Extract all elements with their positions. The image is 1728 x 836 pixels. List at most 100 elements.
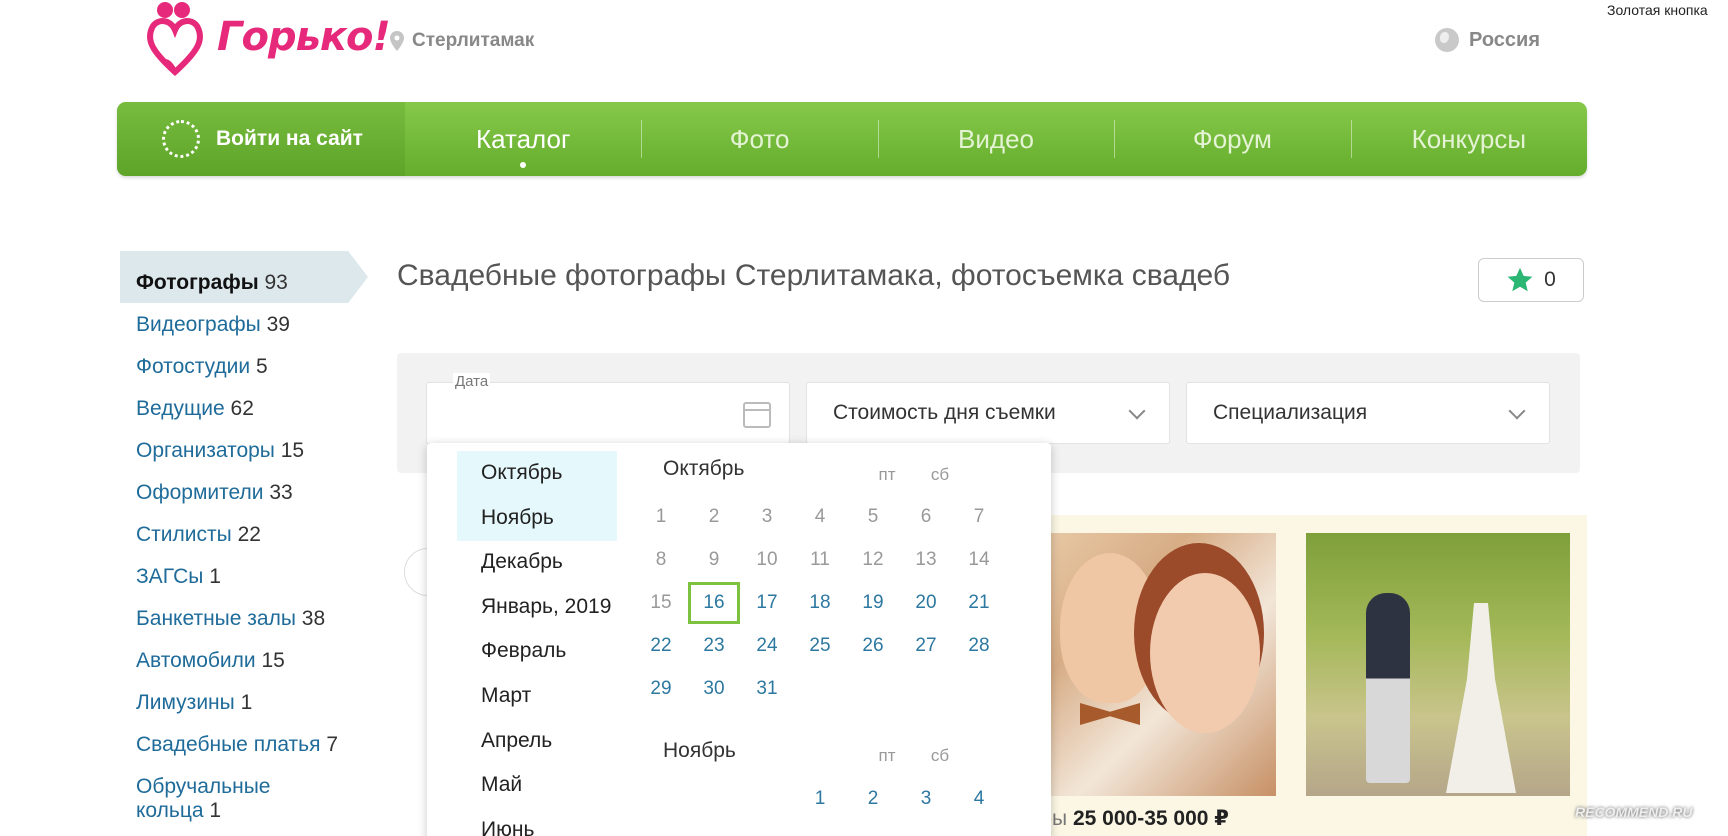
calendar-day[interactable]: 24 (741, 625, 793, 667)
calendar-day[interactable]: 14 (953, 539, 1005, 581)
nav-item-forum[interactable]: Форум (1114, 102, 1350, 176)
sidebar-item-count: 1 (209, 799, 222, 822)
location-pin-icon (390, 31, 404, 51)
star-icon (1507, 267, 1533, 292)
city-selector[interactable]: Стерлитамак (390, 30, 534, 52)
sidebar-item-count: 22 (237, 523, 261, 546)
month-item[interactable]: Март (457, 674, 617, 719)
sidebar-item-banquet-halls[interactable]: Банкетные залы 38 (136, 598, 376, 640)
calendar-day[interactable]: 9 (688, 539, 740, 581)
calendar-day[interactable]: 25 (794, 625, 846, 667)
month-item[interactable]: Май (457, 763, 617, 808)
specialization-select[interactable]: Специализация (1186, 382, 1550, 444)
calendar-day[interactable]: 18 (794, 582, 846, 624)
calendar-day[interactable]: 7 (953, 496, 1005, 538)
calendar-day[interactable]: 8 (635, 539, 687, 581)
sidebar-item-decorators[interactable]: Оформители 33 (136, 472, 376, 514)
calendar-day[interactable]: 27 (900, 625, 952, 667)
month-item[interactable]: Апрель (457, 719, 617, 764)
date-field[interactable]: Дата (426, 373, 790, 444)
sidebar-item-label: Фотографы (136, 271, 259, 294)
calendar-day[interactable]: 2 (847, 778, 899, 820)
calendar-day[interactable]: 6 (900, 496, 952, 538)
weekday-label: сб (930, 465, 950, 484)
calendar-icon[interactable] (743, 402, 771, 428)
calendar-day[interactable]: 17 (741, 582, 793, 624)
sidebar-item-registry-offices[interactable]: ЗАГСы 1 (136, 556, 376, 598)
weekday-label: пт (878, 465, 896, 484)
nav-item-catalog[interactable]: Каталог (405, 102, 641, 176)
calendar-day[interactable]: 1 (794, 778, 846, 820)
golden-button-link[interactable]: Золотая кнопка (1607, 2, 1708, 18)
month-item[interactable]: Ноябрь (457, 496, 617, 541)
sidebar-item-cars[interactable]: Автомобили 15 (136, 640, 376, 682)
nav-item-video[interactable]: Видео (877, 102, 1114, 176)
sidebar-item-videographers[interactable]: Видеографы 39 (136, 304, 376, 346)
calendar-day[interactable]: 11 (794, 539, 846, 581)
calendar-day[interactable]: 26 (847, 625, 899, 667)
date-dropdown: Октябрь Ноябрь Декабрь Январь, 2019 Февр… (427, 443, 1051, 836)
calendar-day[interactable]: 15 (635, 582, 687, 624)
calendar-day[interactable]: 3 (741, 496, 793, 538)
sidebar-item-wedding-dresses[interactable]: Свадебные платья 7 (136, 724, 376, 766)
calendar-day[interactable]: 5 (847, 496, 899, 538)
sidebar-item-studios[interactable]: Фотостудии 5 (136, 346, 376, 388)
sidebar-item-label: Стилисты (136, 523, 232, 546)
sidebar-item-photographers[interactable]: Фотографы 93 (136, 262, 376, 304)
calendar-day[interactable]: 4 (953, 778, 1005, 820)
calendar-day[interactable]: 12 (847, 539, 899, 581)
calendar-day[interactable]: 28 (953, 625, 1005, 667)
calendar-day[interactable]: 29 (635, 668, 687, 710)
sidebar-item-count: 5 (255, 355, 268, 378)
login-label: Войти на сайт (216, 127, 363, 150)
vendor-photo-couple[interactable] (1040, 533, 1276, 796)
month-item[interactable]: Январь, 2019 (457, 585, 617, 630)
country-selector[interactable]: Россия (1435, 28, 1540, 52)
calendar-day[interactable]: 10 (741, 539, 793, 581)
weekday-label: сб (930, 746, 950, 765)
calendar-month-title: Ноябрь (663, 739, 736, 762)
sidebar-item-count: 1 (209, 565, 221, 588)
sidebar-item-hosts[interactable]: Ведущие 62 (136, 388, 376, 430)
sidebar-item-stylists[interactable]: Стилисты 22 (136, 514, 376, 556)
month-item[interactable]: Февраль (457, 629, 617, 674)
sidebar-item-count: 62 (230, 397, 254, 420)
sidebar-item-count: 1 (240, 691, 253, 714)
calendar-day[interactable]: 31 (741, 668, 793, 710)
sidebar-item-count: 93 (264, 271, 288, 294)
calendar-day[interactable]: 19 (847, 582, 899, 624)
sidebar-item-rings[interactable]: Обручальные кольца 1 (136, 766, 376, 823)
calendar-day[interactable]: 30 (688, 668, 740, 710)
favorites-button[interactable]: 0 (1478, 258, 1584, 302)
month-item[interactable]: Декабрь (457, 540, 617, 585)
calendar-day[interactable]: 2 (688, 496, 740, 538)
calendar-day[interactable]: 16 (688, 582, 740, 624)
calendar-day[interactable]: 22 (635, 625, 687, 667)
calendar-day[interactable]: 20 (900, 582, 952, 624)
sidebar-item-organizers[interactable]: Организаторы 15 (136, 430, 376, 472)
calendar-day[interactable]: 23 (688, 625, 740, 667)
chevron-down-icon (1508, 402, 1526, 420)
logo-icon[interactable] (145, 0, 205, 78)
month-list: Октябрь Ноябрь Декабрь Январь, 2019 Февр… (457, 451, 617, 836)
calendar-day[interactable]: 3 (900, 778, 952, 820)
country-name: Россия (1469, 28, 1541, 51)
calendar-day[interactable]: 4 (794, 496, 846, 538)
globe-icon (1435, 28, 1459, 52)
logo-text[interactable]: Горько! (217, 14, 391, 60)
calendar-day[interactable]: 1 (635, 496, 687, 538)
sidebar-item-limousines[interactable]: Лимузины 1 (136, 682, 376, 724)
nav-item-photo[interactable]: Фото (641, 102, 877, 176)
sidebar: Фотографы 93 Видеографы 39 Фотостудии 5 … (136, 262, 376, 823)
sidebar-item-label: Оформители (136, 481, 264, 504)
login-button[interactable]: Войти на сайт (117, 102, 405, 176)
month-item[interactable]: Июнь (457, 808, 617, 836)
calendar-day[interactable]: 13 (900, 539, 952, 581)
cost-select[interactable]: Стоимость дня съемки (806, 382, 1170, 444)
sidebar-item-label: Банкетные залы (136, 607, 296, 630)
month-item[interactable]: Октябрь (457, 451, 617, 496)
nav-item-contests[interactable]: Конкурсы (1350, 102, 1587, 176)
vendor-photo-dancing[interactable] (1306, 533, 1570, 796)
calendar-day[interactable]: 21 (953, 582, 1005, 624)
sidebar-item-label: Лимузины (136, 691, 235, 714)
